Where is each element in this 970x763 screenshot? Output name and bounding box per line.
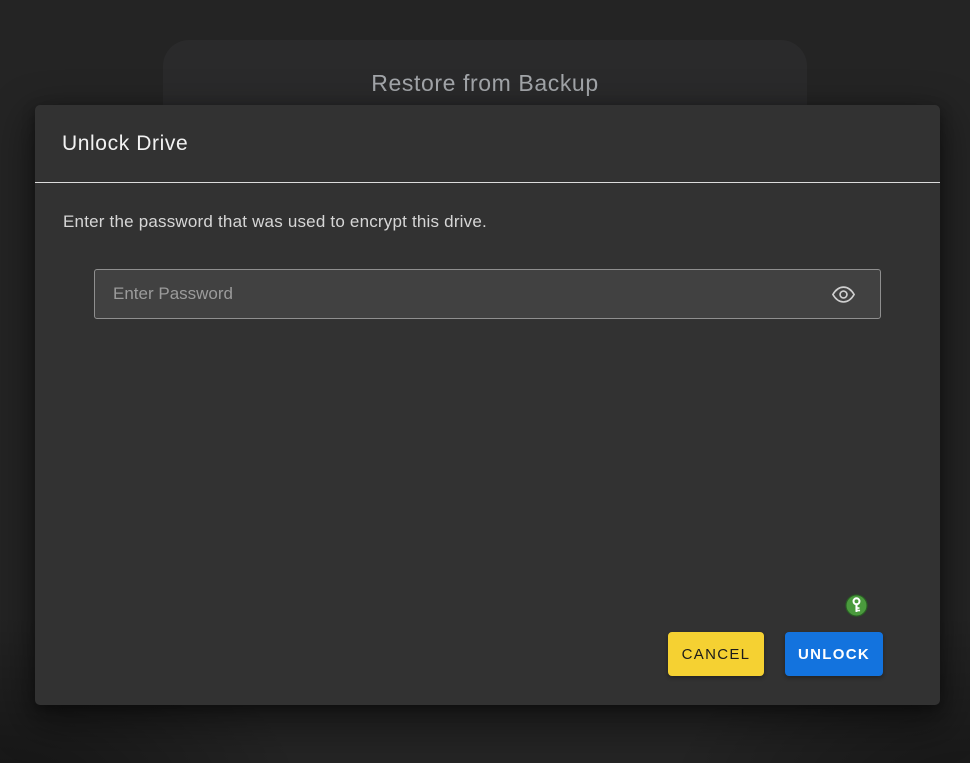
dialog-header: Unlock Drive <box>35 105 940 183</box>
password-input[interactable] <box>94 269 881 319</box>
dialog-description: Enter the password that was used to encr… <box>63 212 487 232</box>
dialog-actions: CANCEL UNLOCK <box>668 632 883 676</box>
unlock-button[interactable]: UNLOCK <box>785 632 883 676</box>
unlock-drive-dialog: Unlock Drive Enter the password that was… <box>35 105 940 705</box>
page-title: Restore from Backup <box>163 40 807 97</box>
password-input-wrap <box>94 269 881 319</box>
eye-icon <box>831 282 856 307</box>
show-password-button[interactable] <box>828 279 858 309</box>
password-manager-key-icon[interactable] <box>845 594 868 617</box>
dialog-title: Unlock Drive <box>62 132 188 156</box>
cancel-button[interactable]: CANCEL <box>668 632 764 676</box>
